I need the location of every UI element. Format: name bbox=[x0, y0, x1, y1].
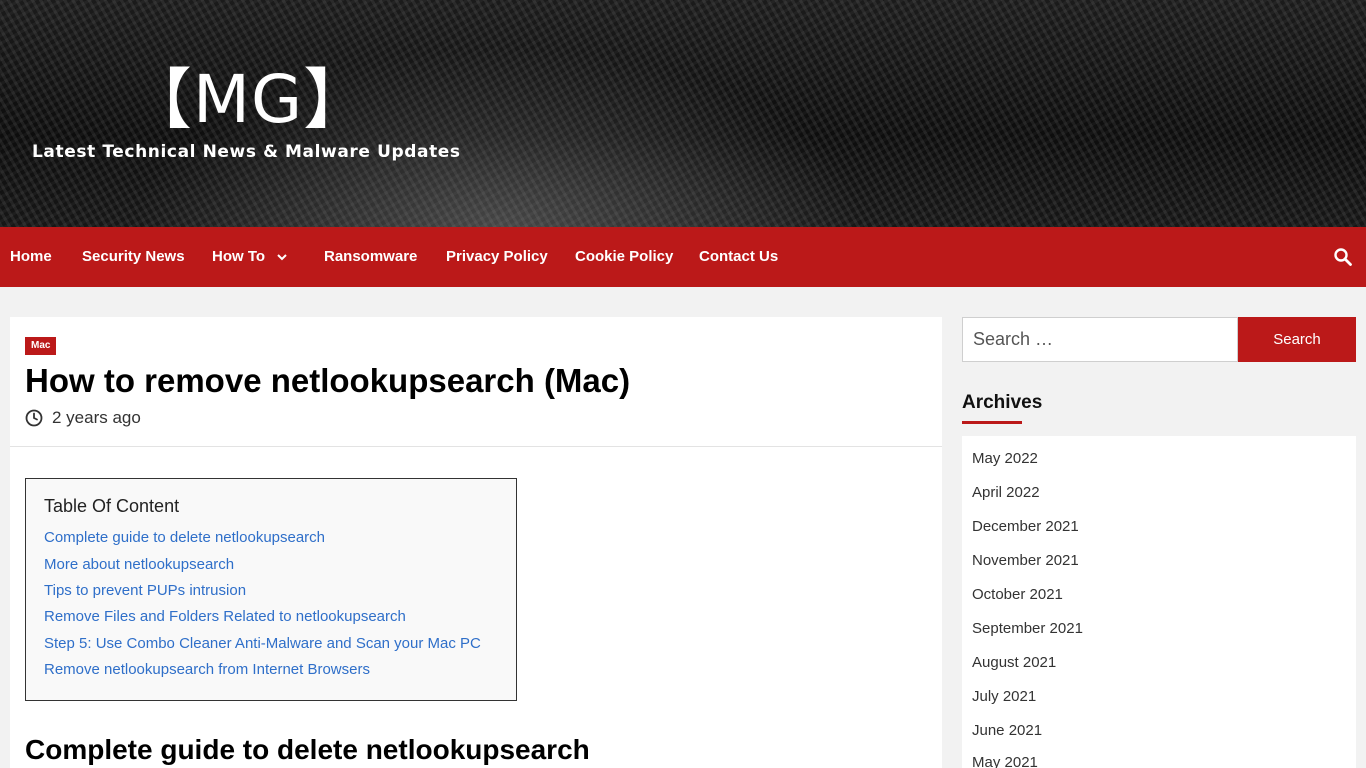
archive-link[interactable]: April 2022 bbox=[972, 484, 1040, 501]
archive-link[interactable]: August 2021 bbox=[972, 654, 1056, 671]
search-button[interactable]: Search bbox=[1238, 317, 1356, 362]
archives-title: Archives bbox=[962, 392, 1043, 413]
article-card: Mac How to remove netlookupsearch (Mac) … bbox=[10, 317, 942, 768]
table-of-contents: Table Of Content Complete guide to delet… bbox=[25, 478, 517, 701]
site-tagline: Latest Technical News & Malware Updates bbox=[32, 142, 461, 162]
search-icon[interactable] bbox=[1333, 247, 1353, 267]
post-meta: 2 years ago bbox=[25, 407, 141, 429]
site-logo[interactable]: 【MG】 bbox=[126, 58, 370, 142]
archive-link[interactable]: July 2021 bbox=[972, 688, 1036, 705]
chevron-down-icon bbox=[277, 227, 287, 287]
toc-link[interactable]: More about netlookupsearch bbox=[44, 556, 234, 573]
archive-link[interactable]: November 2021 bbox=[972, 552, 1079, 569]
category-badge[interactable]: Mac bbox=[25, 337, 57, 355]
search-input[interactable]: Search … bbox=[962, 317, 1238, 362]
post-title: How to remove netlookupsearch (Mac) bbox=[25, 362, 631, 399]
toc-link[interactable]: Tips to prevent PUPs intrusion bbox=[44, 582, 246, 599]
nav-cookie-policy[interactable]: Cookie Policy bbox=[575, 227, 673, 287]
toc-link[interactable]: Complete guide to delete netlookupsearch bbox=[44, 529, 325, 546]
nav-how-to-label: How To bbox=[212, 248, 266, 265]
section-heading: Complete guide to delete netlookupsearch bbox=[25, 734, 590, 765]
site-header: 【MG】 Latest Technical News & Malware Upd… bbox=[0, 0, 1366, 227]
nav-how-to[interactable]: How To bbox=[212, 227, 287, 287]
toc-link[interactable]: Step 5: Use Combo Cleaner Anti-Malware a… bbox=[44, 635, 481, 652]
toc-link[interactable]: Remove Files and Folders Related to netl… bbox=[44, 608, 406, 625]
archive-link[interactable]: September 2021 bbox=[972, 620, 1083, 637]
post-date: 2 years ago bbox=[52, 408, 141, 427]
archive-link[interactable]: May 2022 bbox=[972, 450, 1038, 467]
archive-link[interactable]: December 2021 bbox=[972, 518, 1079, 535]
toc-title: Table Of Content bbox=[44, 496, 180, 516]
nav-privacy-policy[interactable]: Privacy Policy bbox=[446, 227, 548, 287]
archive-link[interactable]: May 2021 bbox=[972, 754, 1038, 768]
divider bbox=[10, 446, 942, 447]
clock-icon bbox=[25, 409, 43, 427]
toc-link[interactable]: Remove netlookupsearch from Internet Bro… bbox=[44, 661, 370, 678]
nav-ransomware[interactable]: Ransomware bbox=[324, 227, 417, 287]
archive-link[interactable]: June 2021 bbox=[972, 722, 1042, 739]
nav-security-news[interactable]: Security News bbox=[82, 227, 185, 287]
title-underline bbox=[962, 421, 1022, 424]
archives-list: May 2022 April 2022 December 2021 Novemb… bbox=[962, 436, 1356, 768]
nav-contact-us[interactable]: Contact Us bbox=[699, 227, 778, 287]
nav-home[interactable]: Home bbox=[10, 227, 52, 287]
archive-link[interactable]: October 2021 bbox=[972, 586, 1063, 603]
main-nav: Home Security News How To Ransomware Pri… bbox=[0, 227, 1366, 287]
